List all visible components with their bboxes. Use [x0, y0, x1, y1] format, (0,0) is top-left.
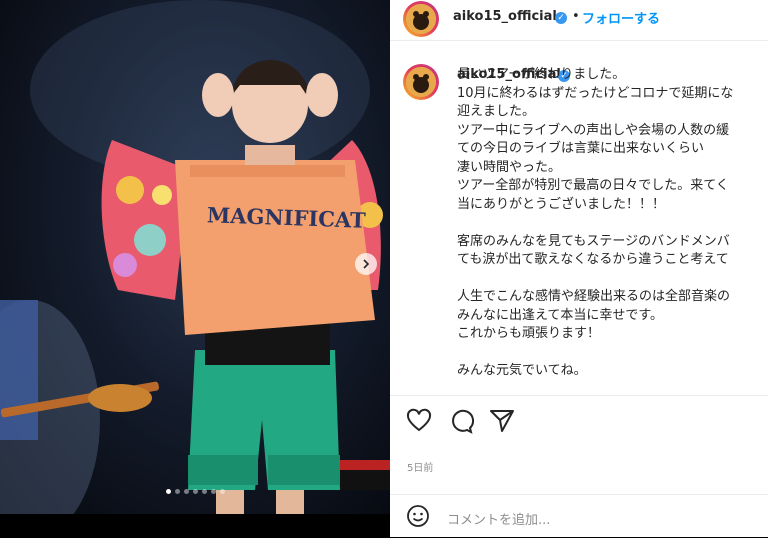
verified-badge-icon: ✓	[555, 12, 567, 24]
profile-avatar[interactable]	[403, 1, 439, 37]
carousel-dot[interactable]	[183, 489, 189, 494]
carousel-dot[interactable]	[165, 489, 171, 494]
comment-bubble-icon[interactable]	[448, 408, 474, 434]
caption-line: 当にありがとうございました！！！	[457, 196, 666, 212]
carousel-dot[interactable]	[219, 489, 225, 494]
follow-button[interactable]: フォローする	[582, 8, 660, 27]
action-bar	[390, 395, 768, 446]
caption-avatar[interactable]	[403, 64, 439, 100]
post-photo[interactable]: MAGNIFICAT	[0, 0, 390, 514]
emoji-icon[interactable]	[406, 504, 430, 528]
carousel-dot[interactable]	[174, 489, 180, 494]
post-header: aiko15_official ✓ • フォローする	[390, 0, 768, 41]
instagram-post-view: MAGNIFICAT aiko15_official ✓ • フォローする ai…	[0, 0, 768, 537]
caption-line: ツアー中にライブへの声出しや会場の人数の緩	[457, 122, 730, 138]
carousel-dot[interactable]	[201, 489, 207, 494]
caption-line: 客席のみんなを見てもステージのバンドメンバ	[457, 233, 730, 249]
bear-avatar-icon	[406, 4, 436, 34]
caption-line: みんなに出逢えて本当に幸せです。	[457, 307, 664, 323]
caption-line	[457, 270, 768, 289]
photo-letterbox	[0, 514, 390, 537]
like-heart-icon[interactable]	[406, 408, 432, 434]
comment-bar: コメントを追加...	[390, 494, 768, 538]
post-date[interactable]: 5日前	[407, 459, 433, 474]
chevron-right-icon	[363, 259, 370, 269]
carousel-dot[interactable]	[210, 489, 216, 494]
post-detail-panel: aiko15_official ✓ • フォローする aiko15_offici…	[390, 0, 768, 537]
next-photo-button[interactable]	[355, 253, 377, 275]
concert-photo-illustration	[0, 0, 390, 514]
caption-line: 凄い時間やった。	[457, 159, 562, 175]
caption-avatar-image	[406, 67, 436, 97]
caption-line: 迎えました。	[457, 104, 536, 119]
header-separator: •	[572, 9, 580, 24]
caption-line	[457, 214, 768, 233]
carousel-dot[interactable]	[192, 489, 198, 494]
caption-line: みんな元気でいてね。	[457, 363, 587, 378]
caption-line: ても涙が出て歌えなくなるから違うこと考えて	[457, 252, 729, 267]
comment-input[interactable]: コメントを追加...	[447, 509, 550, 528]
header-username[interactable]: aiko15_official	[453, 9, 557, 24]
avatar-image	[406, 4, 436, 34]
bear-avatar-icon	[406, 67, 436, 97]
caption-line: 10月に終わるはずだったけどコロナで延期にな	[457, 85, 734, 101]
carousel-indicator	[0, 489, 390, 494]
post-caption: 長いツアーが終わりました。 10月に終わるはずだったけどコロナで延期にな 迎えました…	[457, 66, 768, 381]
caption-line: ての今日のライブは言葉に出来ないくらい	[457, 141, 705, 156]
caption-line: 人生でこんな感情や経験出来るのは全部音楽の	[457, 289, 731, 304]
share-send-icon[interactable]	[489, 408, 515, 434]
caption-line: ツアー全部が特別で最高の日々でした。来てく	[457, 178, 729, 193]
caption-line	[457, 344, 768, 363]
caption-line: これからも頑張ります！	[457, 326, 601, 341]
caption-line: 長いツアーが終わりました。	[457, 67, 626, 82]
